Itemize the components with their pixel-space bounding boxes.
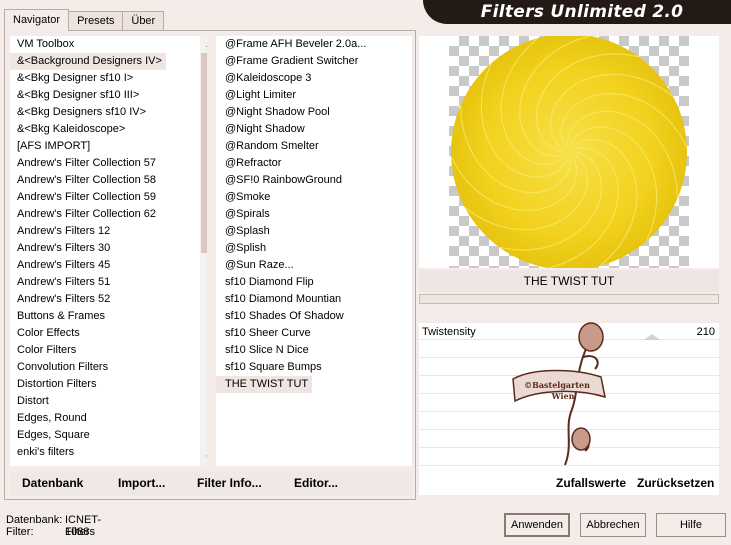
list-item[interactable]: @SF!0 RainbowGround: [216, 172, 412, 189]
list-item[interactable]: @Smoke: [216, 189, 412, 206]
list-item[interactable]: @Night Shadow Pool: [216, 104, 412, 121]
category-list[interactable]: VM Toolbox &<Background Designers IV> &<Bk…: [10, 36, 207, 466]
list-item[interactable]: @Splish: [216, 240, 412, 257]
list-item[interactable]: Edges, Round: [10, 410, 207, 427]
app-logo: Filters Unlimited 2.0: [423, 0, 731, 24]
arrow-up-icon[interactable]: ▲: [200, 36, 207, 53]
filter-info-button[interactable]: Filter Info...: [197, 476, 262, 490]
status-filter-label: Filter:: [6, 526, 34, 538]
arrow-down-icon[interactable]: ▼: [200, 449, 207, 466]
list-item[interactable]: VM Toolbox: [10, 36, 207, 53]
list-item[interactable]: @Refractor: [216, 155, 412, 172]
list-item[interactable]: sf10 Diamond Mountian: [216, 291, 412, 308]
list-item[interactable]: @Sun Raze...: [216, 257, 412, 274]
list-item[interactable]: Andrew's Filters 45: [10, 257, 207, 274]
list-item[interactable]: Distortion Filters: [10, 376, 207, 393]
list-item[interactable]: &<Bkg Designer sf10 III>: [10, 87, 207, 104]
database-button[interactable]: Datenbank: [22, 476, 83, 490]
list-item[interactable]: &<Background Designers IV>: [10, 53, 166, 70]
apply-button[interactable]: Anwenden: [504, 513, 570, 537]
list-item[interactable]: @Kaleidoscope 3: [216, 70, 412, 87]
cancel-button[interactable]: Abbrechen: [580, 513, 646, 537]
slider-handle[interactable]: [644, 334, 660, 340]
list-item[interactable]: Color Effects: [10, 325, 207, 342]
list-item[interactable]: @Light Limiter: [216, 87, 412, 104]
filter-info-slot: [419, 294, 719, 304]
status-filter-value: 1088: [65, 526, 90, 538]
list-item[interactable]: sf10 Slice N Dice: [216, 342, 412, 359]
list-item[interactable]: Buttons & Frames: [10, 308, 207, 325]
twist-disc: [451, 36, 687, 268]
tab-uber[interactable]: Über: [122, 11, 165, 31]
list-item[interactable]: sf10 Diamond Flip: [216, 274, 412, 291]
list-item[interactable]: Color Filters: [10, 342, 207, 359]
filter-list[interactable]: @Frame AFH Beveler 2.0a... @Frame Gradien…: [216, 36, 412, 466]
list-item[interactable]: &<Bkg Designers sf10 IV>: [10, 104, 207, 121]
watermark-flower-icon: ©Bastelgarten Wien: [512, 322, 606, 466]
editor-button[interactable]: Editor...: [294, 476, 338, 490]
import-button[interactable]: Import...: [118, 476, 165, 490]
list-item[interactable]: Andrew's Filters 51: [10, 274, 207, 291]
list-item[interactable]: @Spirals: [216, 206, 412, 223]
list-item[interactable]: sf10 Square Bumps: [216, 359, 412, 376]
list-item[interactable]: @Frame Gradient Switcher: [216, 53, 412, 70]
list-item[interactable]: Andrew's Filter Collection 59: [10, 189, 207, 206]
status-database-label: Datenbank:: [6, 514, 63, 526]
param-label: Twistensity: [422, 326, 476, 338]
list-item[interactable]: &<Bkg Designer sf10 I>: [10, 70, 207, 87]
list-item[interactable]: @Random Smelter: [216, 138, 412, 155]
list-item[interactable]: enki's filters: [10, 444, 207, 461]
watermark-line1: ©Bastelgarten: [524, 380, 590, 390]
reset-button[interactable]: Zurücksetzen: [637, 476, 714, 490]
category-scrollbar[interactable]: ▲ ▼: [200, 36, 207, 466]
list-item[interactable]: THE TWIST TUT: [216, 376, 313, 393]
tab-navigator[interactable]: Navigator: [4, 9, 70, 31]
watermark-line2: Wien: [551, 391, 575, 401]
preview-image: [419, 36, 719, 268]
scroll-thumb[interactable]: [201, 53, 207, 253]
list-item[interactable]: sf10 Shades Of Shadow: [216, 308, 412, 325]
list-item[interactable]: Convolution Filters: [10, 359, 207, 376]
list-item[interactable]: Andrew's Filters 12: [10, 223, 207, 240]
tab-bar: Navigator Presets Über: [4, 9, 165, 31]
list-item[interactable]: @Frame AFH Beveler 2.0a...: [216, 36, 412, 53]
list-item[interactable]: Andrew's Filter Collection 57: [10, 155, 207, 172]
list-item[interactable]: @Night Shadow: [216, 121, 412, 138]
list-item[interactable]: sf10 Sheer Curve: [216, 325, 412, 342]
filter-title: THE TWIST TUT: [419, 270, 719, 292]
list-item[interactable]: Edges, Square: [10, 427, 207, 444]
list-item[interactable]: [AFS IMPORT]: [10, 138, 207, 155]
list-item[interactable]: Andrew's Filter Collection 58: [10, 172, 207, 189]
list-item[interactable]: Distort: [10, 393, 207, 410]
list-item[interactable]: &<Bkg Kaleidoscope>: [10, 121, 207, 138]
list-item[interactable]: @Splash: [216, 223, 412, 240]
list-item[interactable]: Andrew's Filters 30: [10, 240, 207, 257]
param-value: 210: [696, 326, 715, 338]
tab-presets[interactable]: Presets: [68, 11, 124, 31]
list-item[interactable]: Andrew's Filters 52: [10, 291, 207, 308]
list-item[interactable]: Andrew's Filter Collection 62: [10, 206, 207, 223]
random-values-button[interactable]: Zufallswerte: [556, 476, 626, 490]
preview-canvas: [449, 36, 689, 268]
help-button[interactable]: Hilfe: [656, 513, 726, 537]
